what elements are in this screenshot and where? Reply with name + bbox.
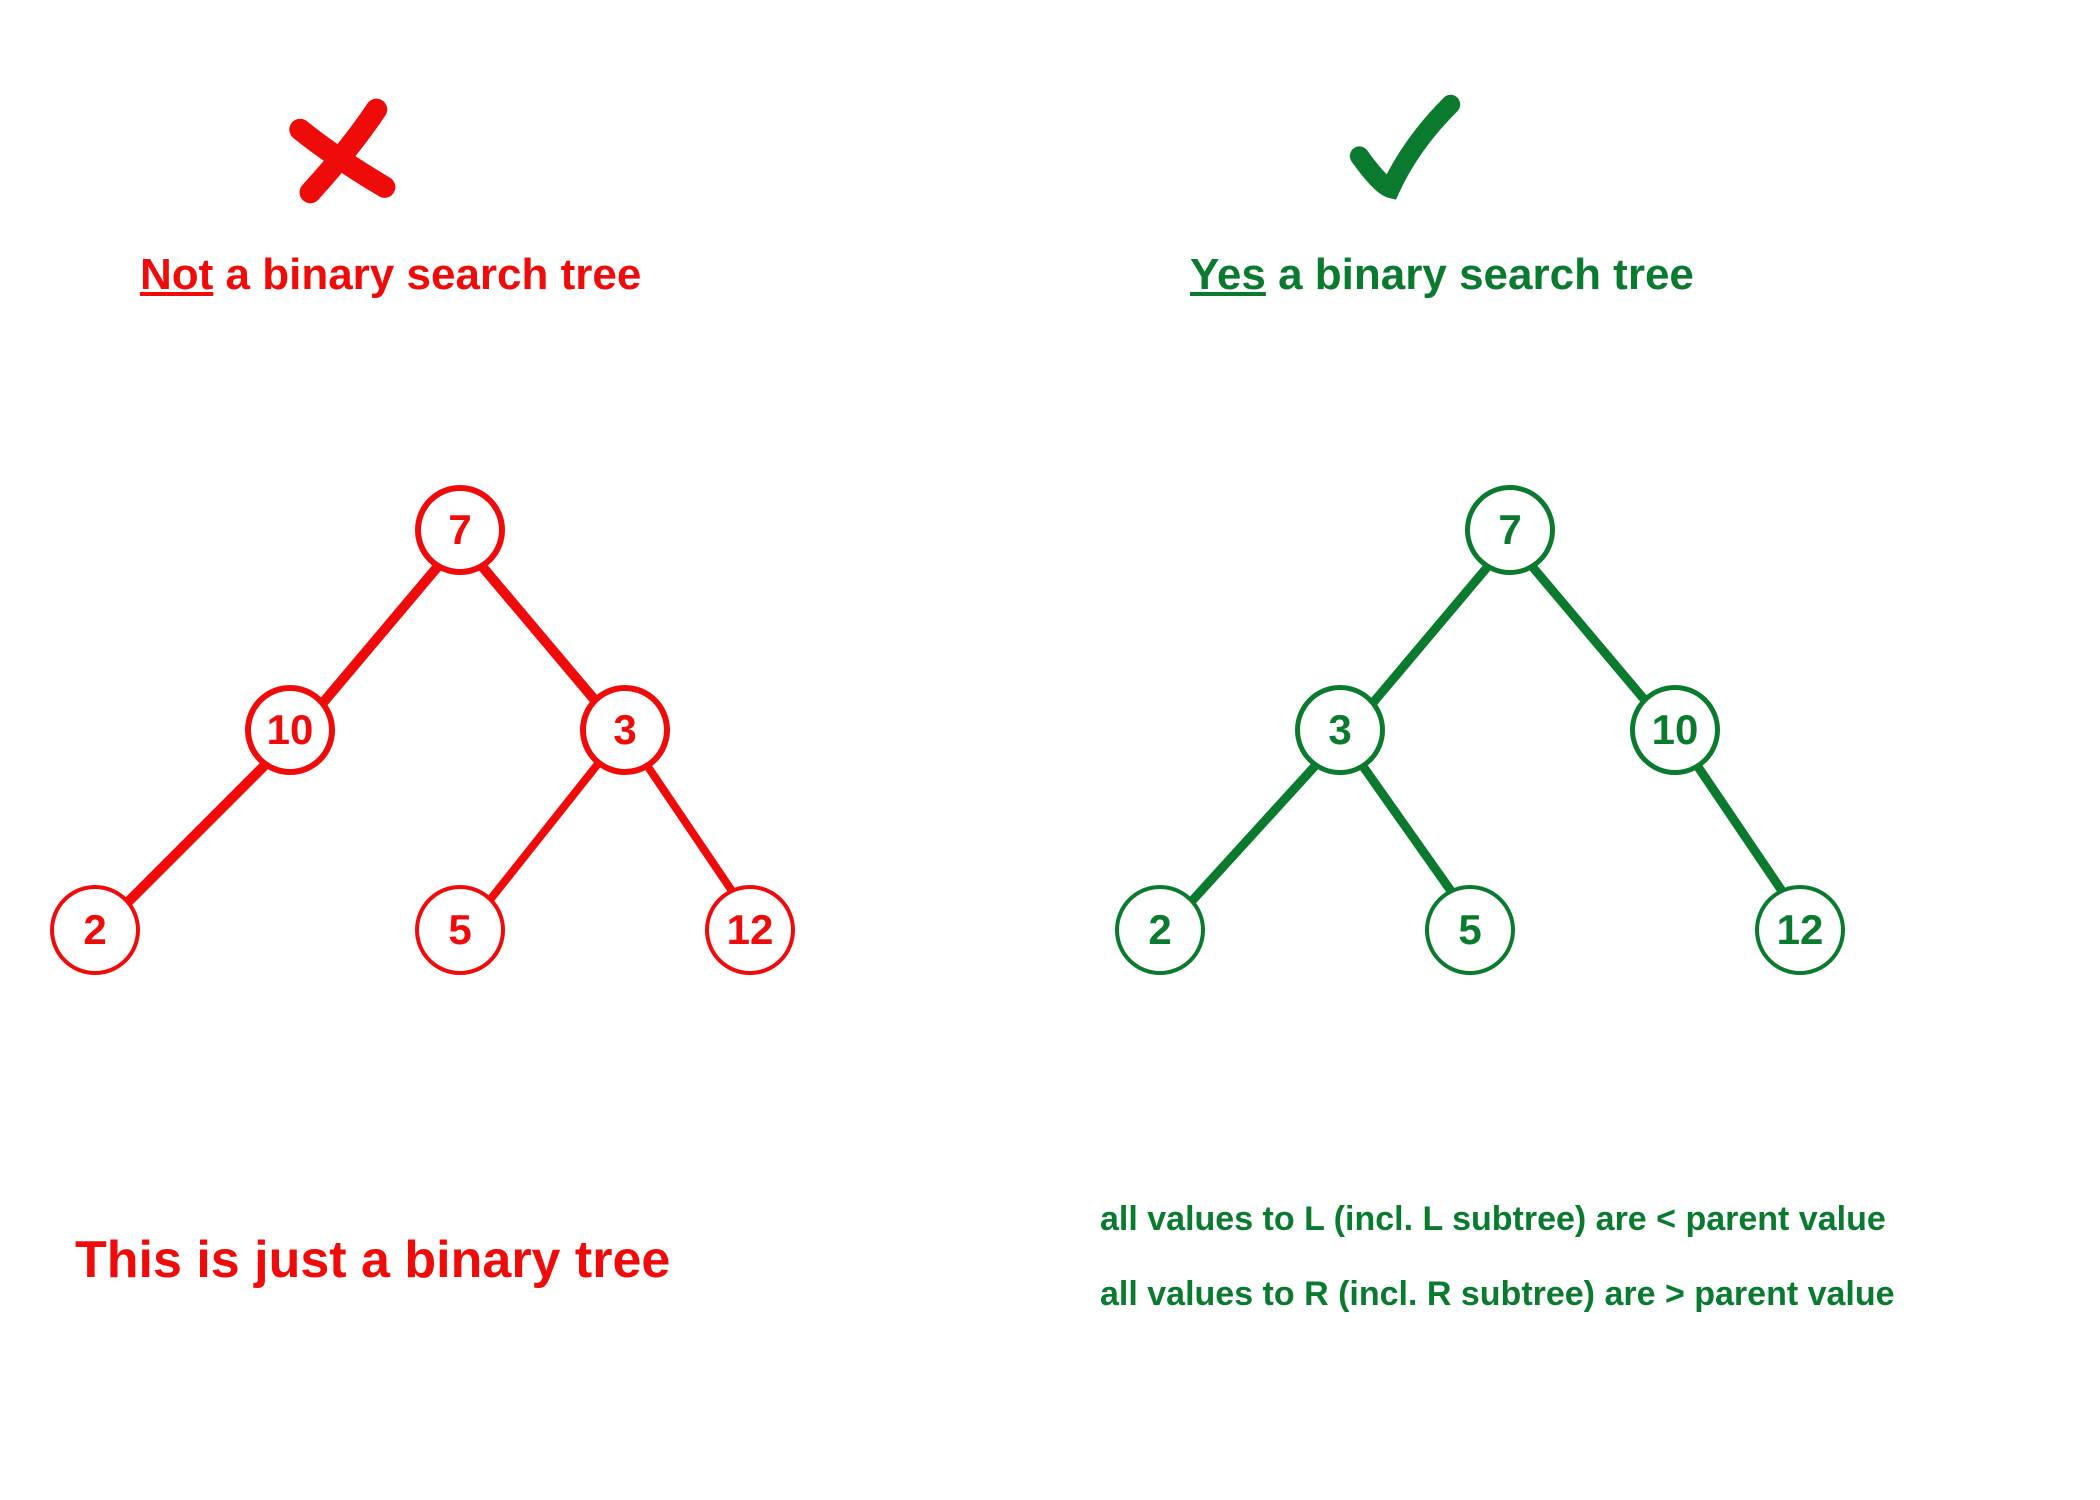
right-node-r: 10 (1630, 685, 1720, 775)
left-column: Not a binary search tree 7 10 3 2 5 12 T… (0, 0, 1050, 1500)
left-node-rr: 12 (705, 885, 795, 975)
right-column: Yes a binary search tree 7 3 10 2 5 12 a… (1050, 0, 2100, 1500)
right-rule-2: all values to R (incl. R subtree) are > … (1100, 1275, 1895, 1314)
left-title-emph: Not (140, 250, 213, 299)
right-node-lr: 5 (1425, 885, 1515, 975)
left-caption: This is just a binary tree (75, 1230, 670, 1290)
left-node-rl: 5 (415, 885, 505, 975)
right-title: Yes a binary search tree (1190, 250, 1694, 300)
cross-icon (285, 95, 405, 215)
right-rule-1: all values to L (incl. L subtree) are < … (1100, 1200, 1886, 1239)
left-title: Not a binary search tree (140, 250, 641, 300)
right-title-emph: Yes (1190, 250, 1266, 299)
left-node-ll: 2 (50, 885, 140, 975)
right-node-l: 3 (1295, 685, 1385, 775)
right-tree: 7 3 10 2 5 12 (1050, 470, 2100, 990)
left-tree: 7 10 3 2 5 12 (0, 470, 1050, 990)
left-title-rest: a binary search tree (213, 250, 641, 299)
left-tree-edges (0, 470, 1050, 990)
right-node-ll: 2 (1115, 885, 1205, 975)
left-node-r: 3 (580, 685, 670, 775)
right-title-rest: a binary search tree (1266, 250, 1694, 299)
right-tree-edges (1050, 470, 2100, 990)
check-icon (1345, 90, 1465, 210)
right-node-root: 7 (1465, 485, 1555, 575)
left-node-root: 7 (415, 485, 505, 575)
right-node-rr: 12 (1755, 885, 1845, 975)
left-node-l: 10 (245, 685, 335, 775)
